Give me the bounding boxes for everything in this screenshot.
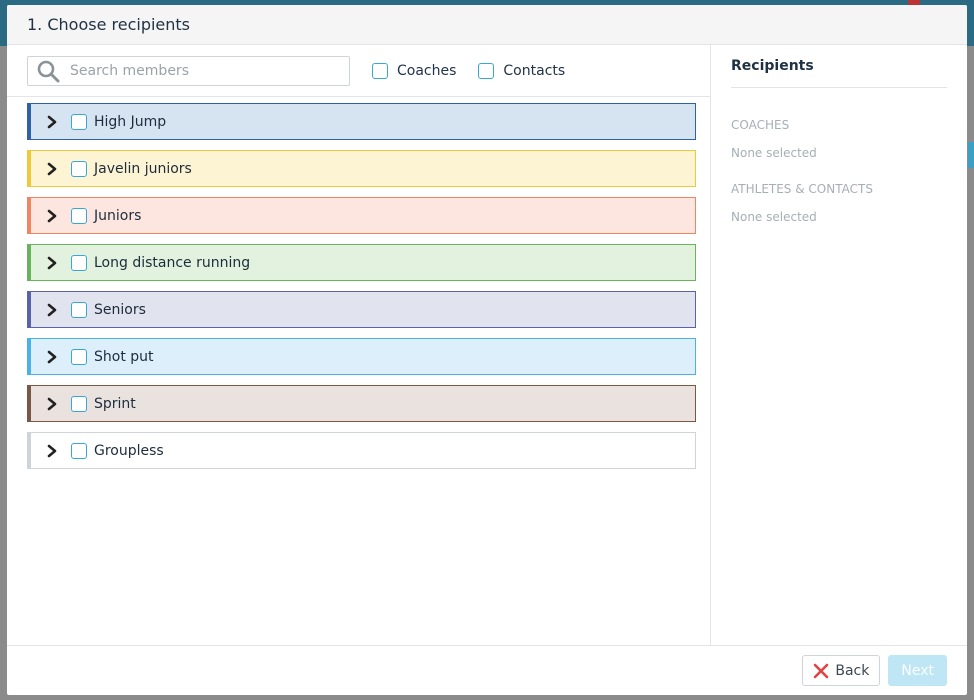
group-row[interactable]: Sprint <box>27 385 696 422</box>
coaches-filter[interactable]: Coaches <box>372 62 457 79</box>
chevron-right-icon[interactable] <box>47 162 57 176</box>
search-input[interactable] <box>70 62 341 79</box>
modal-body: Coaches Contacts High Jump Javelin junior… <box>7 45 967 645</box>
modal-header: 1. Choose recipients <box>7 5 967 45</box>
group-checkbox[interactable] <box>71 395 87 412</box>
chevron-right-icon[interactable] <box>47 256 57 270</box>
group-checkbox[interactable] <box>71 113 87 130</box>
chevron-right-icon[interactable] <box>47 444 57 458</box>
group-label: Sprint <box>94 395 136 412</box>
choose-recipients-modal: 1. Choose recipients Coaches Contac <box>7 5 967 695</box>
group-row[interactable]: Shot put <box>27 338 696 375</box>
recipients-pane: Recipients COACHES None selected ATHLETE… <box>711 45 967 645</box>
group-label: Long distance running <box>94 254 251 271</box>
chevron-right-icon[interactable] <box>47 350 57 364</box>
group-row[interactable]: Juniors <box>27 197 696 234</box>
next-button[interactable]: Next <box>888 655 947 686</box>
recipients-title: Recipients <box>731 58 814 74</box>
back-button[interactable]: Back <box>802 655 881 686</box>
search-icon <box>37 60 60 82</box>
members-toolbar: Coaches Contacts <box>7 45 710 97</box>
modal-title: 1. Choose recipients <box>27 15 191 34</box>
group-label: Juniors <box>94 207 142 224</box>
close-x-icon <box>814 663 829 678</box>
group-label: Shot put <box>94 348 154 365</box>
group-row[interactable]: Long distance running <box>27 244 696 281</box>
athletes-contacts-empty-text: None selected <box>731 210 817 224</box>
chevron-right-icon[interactable] <box>47 115 57 129</box>
group-label: Seniors <box>94 301 146 318</box>
coaches-checkbox[interactable] <box>372 62 388 79</box>
group-list: High Jump Javelin juniors Juniors Long dist… <box>7 97 710 469</box>
contacts-checkbox[interactable] <box>478 62 495 79</box>
group-checkbox[interactable] <box>71 301 87 318</box>
athletes-contacts-heading: ATHLETES & CONTACTS <box>731 182 873 196</box>
back-button-label: Back <box>835 662 870 679</box>
modal-footer: Back Next <box>7 645 967 695</box>
group-label: Groupless <box>94 442 164 459</box>
chevron-right-icon[interactable] <box>47 397 57 411</box>
background-side-tab <box>968 142 974 168</box>
group-checkbox[interactable] <box>71 254 87 271</box>
chevron-right-icon[interactable] <box>47 209 57 223</box>
group-label: High Jump <box>94 113 167 130</box>
coaches-empty-text: None selected <box>731 146 817 160</box>
group-checkbox[interactable] <box>71 207 87 224</box>
coaches-filter-label: Coaches <box>397 62 457 79</box>
coaches-heading: COACHES <box>731 118 790 132</box>
group-row[interactable]: Seniors <box>27 291 696 328</box>
group-label: Javelin juniors <box>94 160 192 177</box>
group-row[interactable]: Javelin juniors <box>27 150 696 187</box>
chevron-right-icon[interactable] <box>47 303 57 317</box>
contacts-filter[interactable]: Contacts <box>478 62 566 79</box>
search-box[interactable] <box>27 55 350 86</box>
group-checkbox[interactable] <box>71 442 87 459</box>
contacts-filter-label: Contacts <box>503 62 566 79</box>
group-checkbox[interactable] <box>71 348 87 365</box>
group-row[interactable]: High Jump <box>27 103 696 140</box>
recipients-divider <box>731 87 947 88</box>
group-checkbox[interactable] <box>71 160 87 177</box>
next-button-label: Next <box>901 662 934 679</box>
group-row[interactable]: Groupless <box>27 432 696 469</box>
members-pane: Coaches Contacts High Jump Javelin junior… <box>7 45 711 645</box>
